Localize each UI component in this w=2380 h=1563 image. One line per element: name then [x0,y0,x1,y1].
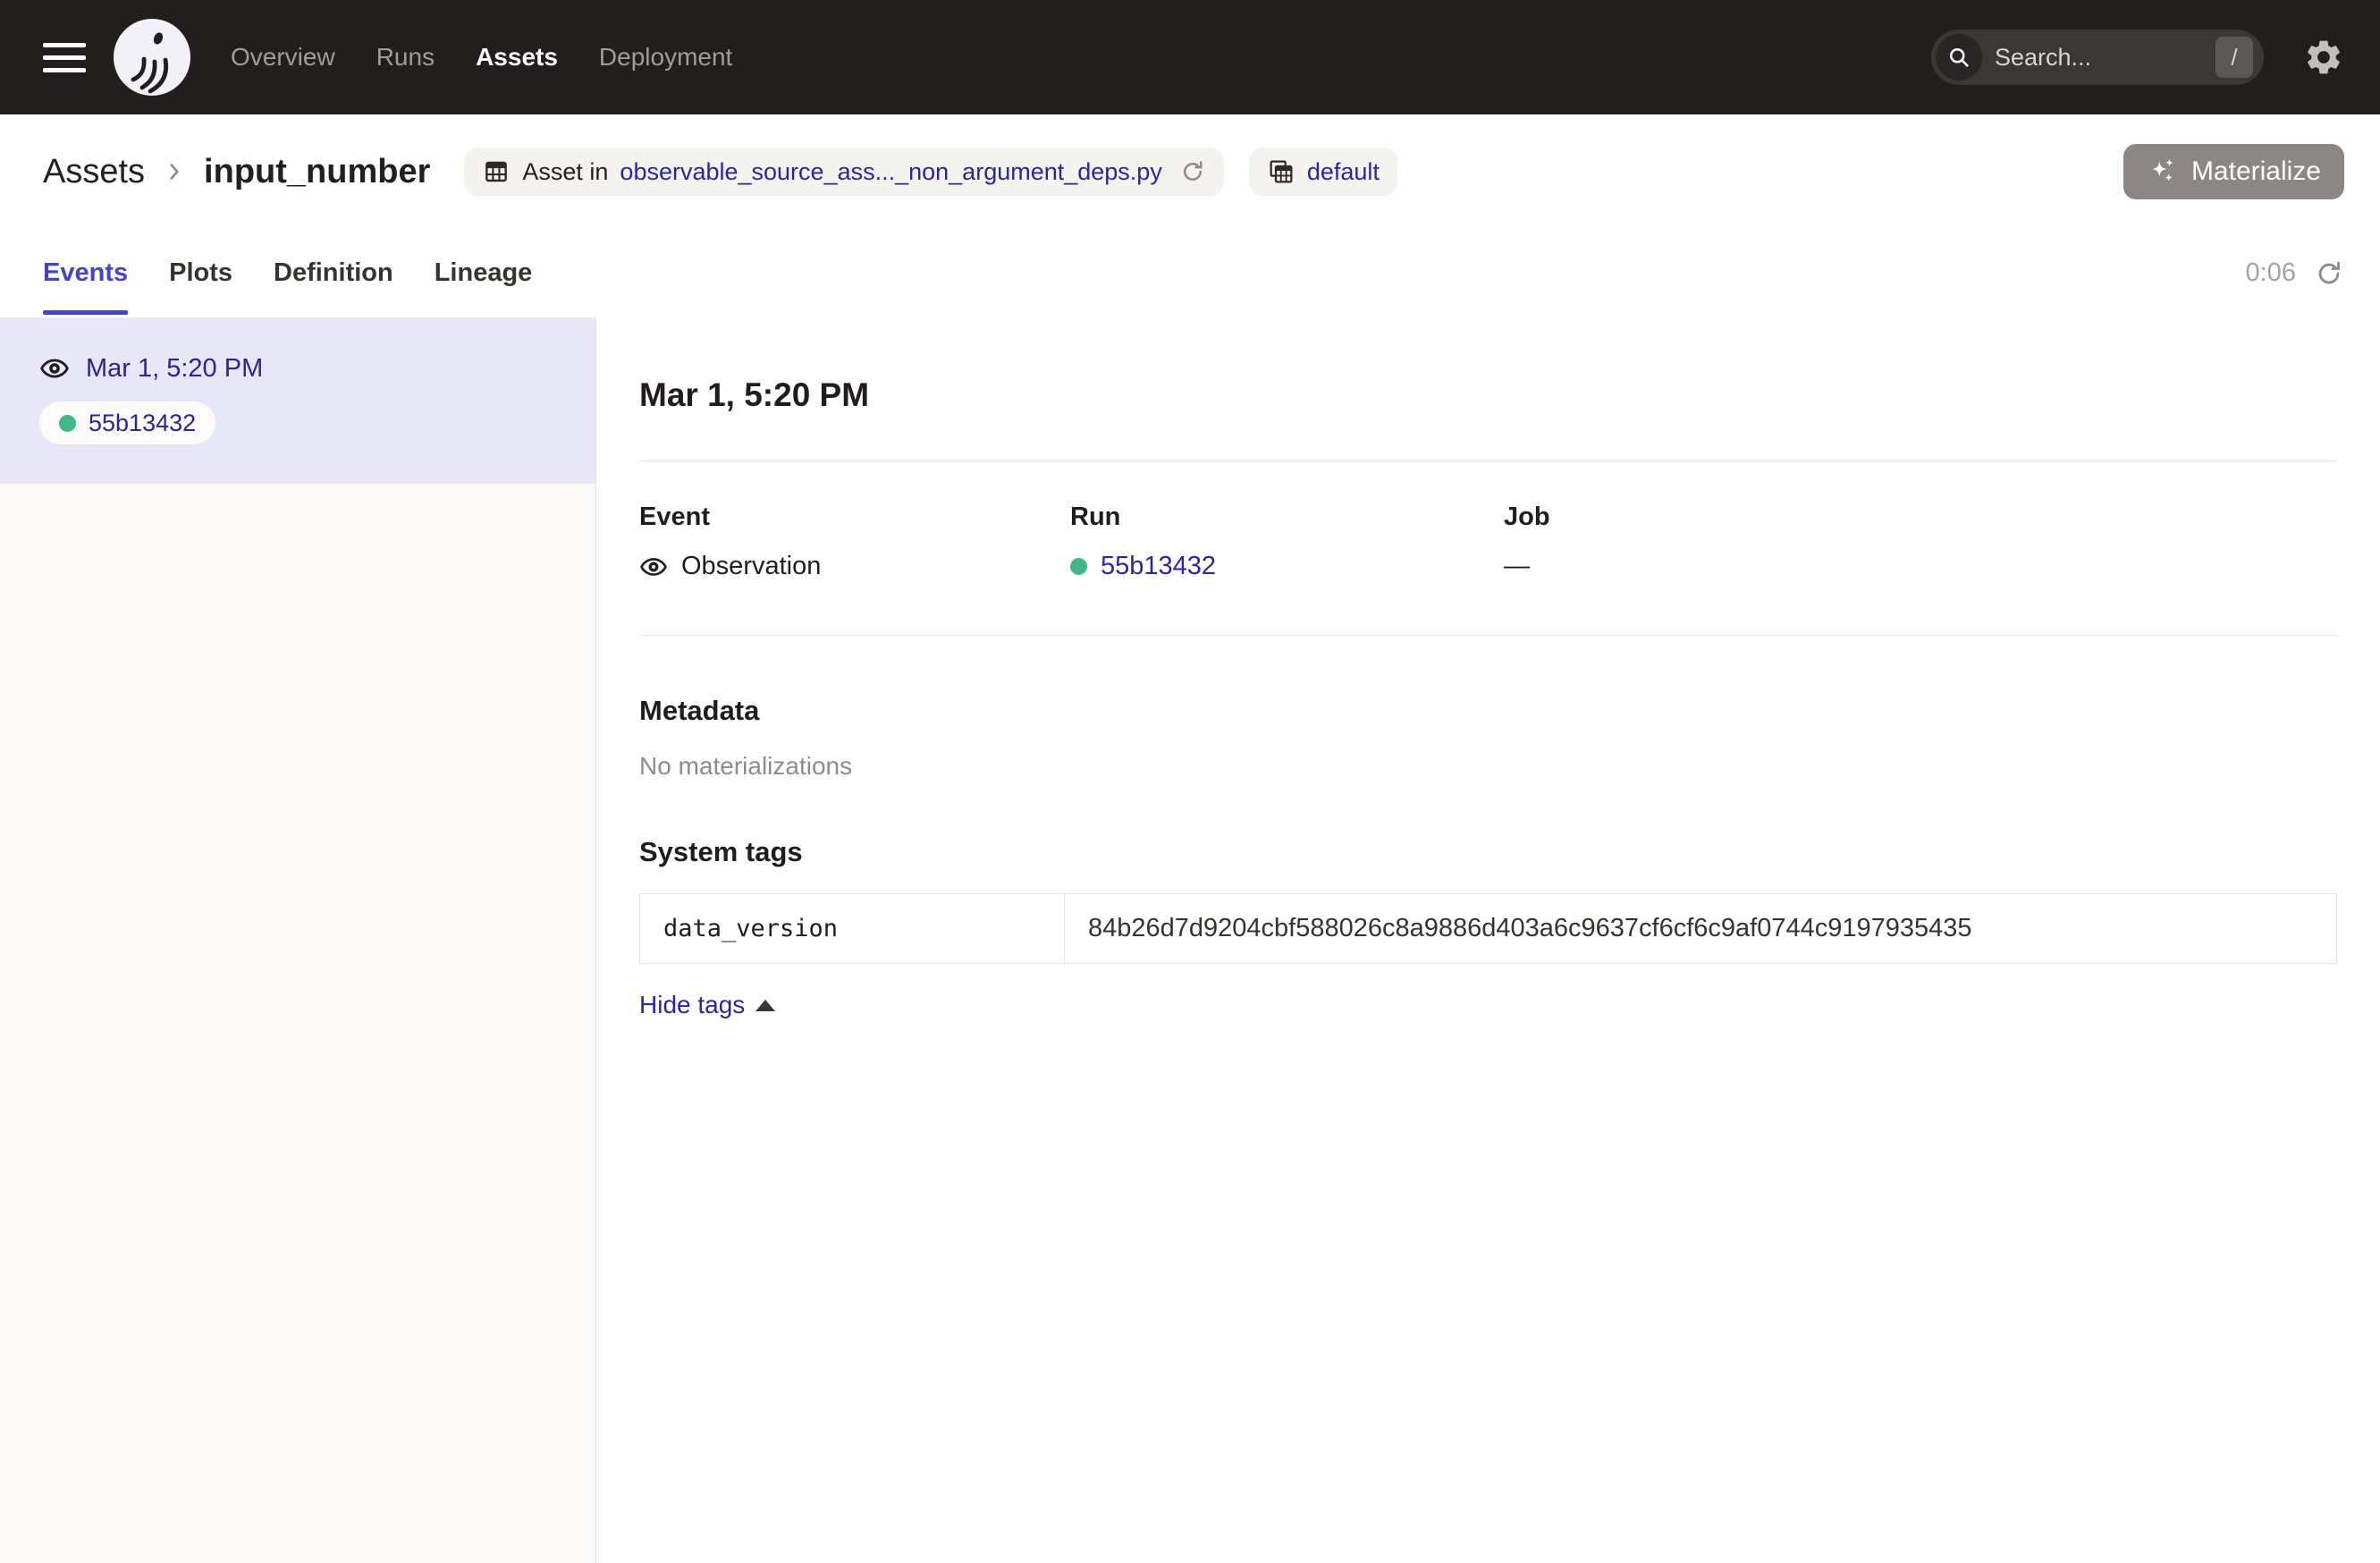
metadata-empty-text: No materializations [639,752,2337,781]
nav-item-overview[interactable]: Overview [231,43,335,72]
tab-definition[interactable]: Definition [274,229,393,317]
event-detail-panel: Mar 1, 5:20 PM Event Observation Run 55b… [596,317,2380,1563]
repository-pill[interactable]: default [1249,148,1397,196]
run-column: Run 55b13432 [1070,503,1504,581]
tab-events[interactable]: Events [43,229,128,317]
event-type-value: Observation [681,552,821,581]
system-tags-table: data_version 84b26d7d9204cbf588026c8a988… [639,893,2337,964]
divider [639,460,2337,461]
run-column-label: Run [1070,503,1504,532]
caret-up-icon [755,1000,775,1011]
nav-item-runs[interactable]: Runs [376,43,435,72]
job-column: Job — [1504,503,2337,581]
tag-value-cell: 84b26d7d9204cbf588026c8a9886d403a6c9637c… [1065,894,2336,963]
event-list-sidebar: Mar 1, 5:20 PM 55b13432 [0,317,596,1563]
observation-eye-icon [39,353,70,384]
page-title: input_number [204,153,430,191]
global-search[interactable]: / [1931,30,2264,85]
table-icon [482,157,511,186]
hide-tags-toggle[interactable]: Hide tags [639,991,775,1019]
run-id-pill[interactable]: 55b13432 [39,401,215,444]
hide-tags-label: Hide tags [639,991,745,1019]
gear-icon[interactable] [2303,37,2344,78]
content-area: Mar 1, 5:20 PM 55b13432 Mar 1, 5:20 PM E… [0,317,2380,1563]
hamburger-menu-icon[interactable] [43,43,86,72]
reload-location-icon[interactable] [1179,158,1206,185]
breadcrumb-chevron-icon [163,160,186,183]
tab-plots[interactable]: Plots [169,229,232,317]
refresh-icon[interactable] [2314,258,2344,289]
metadata-heading: Metadata [639,695,2337,727]
search-icon [1936,34,1982,80]
event-list-item-selected[interactable]: Mar 1, 5:20 PM 55b13432 [0,317,595,484]
asset-file-link[interactable]: observable_source_ass..._non_argument_de… [620,158,1161,186]
primary-nav: Overview Runs Assets Deployment [231,43,732,72]
nav-item-assets[interactable]: Assets [476,43,558,72]
observation-eye-icon [639,553,668,581]
divider [639,635,2337,636]
event-column: Event Observation [639,503,1070,581]
system-tags-heading: System tags [639,836,2337,868]
run-status-dot [1070,558,1087,575]
tag-key-cell: data_version [640,894,1065,963]
job-column-label: Job [1504,503,2337,532]
job-value: — [1504,552,1530,581]
asset-location-prefix: Asset in [522,158,608,186]
breadcrumb-assets-link[interactable]: Assets [43,153,145,191]
event-column-label: Event [639,503,1070,532]
slash-shortcut-key: / [2215,37,2253,78]
top-nav-bar: Overview Runs Assets Deployment / [0,0,2380,114]
workspace-icon [1267,157,1295,186]
run-status-dot [59,415,76,432]
sparkles-icon [2147,156,2179,188]
run-id-label: 55b13432 [89,410,196,437]
search-input[interactable] [1982,44,2215,72]
asset-tabs: Events Plots Definition Lineage 0:06 [0,229,2380,317]
dagster-logo-icon[interactable] [109,14,195,100]
event-summary-columns: Event Observation Run 55b13432 Job [639,503,2337,581]
event-timestamp: Mar 1, 5:20 PM [86,354,263,384]
tab-lineage[interactable]: Lineage [435,229,533,317]
run-id-link[interactable]: 55b13432 [1101,552,1216,581]
event-detail-title: Mar 1, 5:20 PM [639,376,2337,414]
asset-location-pill[interactable]: Asset in observable_source_ass..._non_ar… [464,148,1223,196]
nav-item-deployment[interactable]: Deployment [599,43,732,72]
refresh-countdown: 0:06 [2246,258,2296,288]
materialize-button[interactable]: Materialize [2123,144,2344,199]
materialize-button-label: Materialize [2191,156,2321,187]
asset-header: Assets input_number Asset in observable_… [0,114,2380,229]
repository-default-link[interactable]: default [1307,158,1380,186]
